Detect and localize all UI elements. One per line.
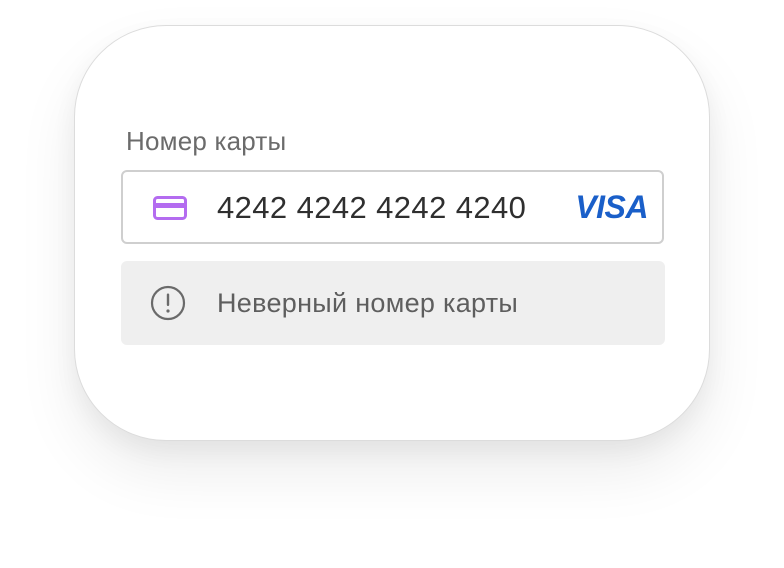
visa-logo: VISA (575, 189, 648, 225)
card-number-input[interactable]: 4242 4242 4242 4240 VISA (121, 170, 664, 244)
error-message-box: Неверный номер карты (121, 261, 665, 345)
credit-card-icon (153, 196, 187, 220)
exclamation-circle-icon (150, 285, 186, 321)
card-number-label: Номер карты (126, 126, 287, 156)
card-number-value: 4242 4242 4242 4240 (217, 190, 527, 225)
error-message-text: Неверный номер карты (217, 288, 519, 318)
card-form-panel: Номер карты 4242 4242 4242 4240 VISA Нев… (74, 25, 710, 441)
page-background: Номер карты 4242 4242 4242 4240 VISA Нев… (0, 0, 784, 568)
